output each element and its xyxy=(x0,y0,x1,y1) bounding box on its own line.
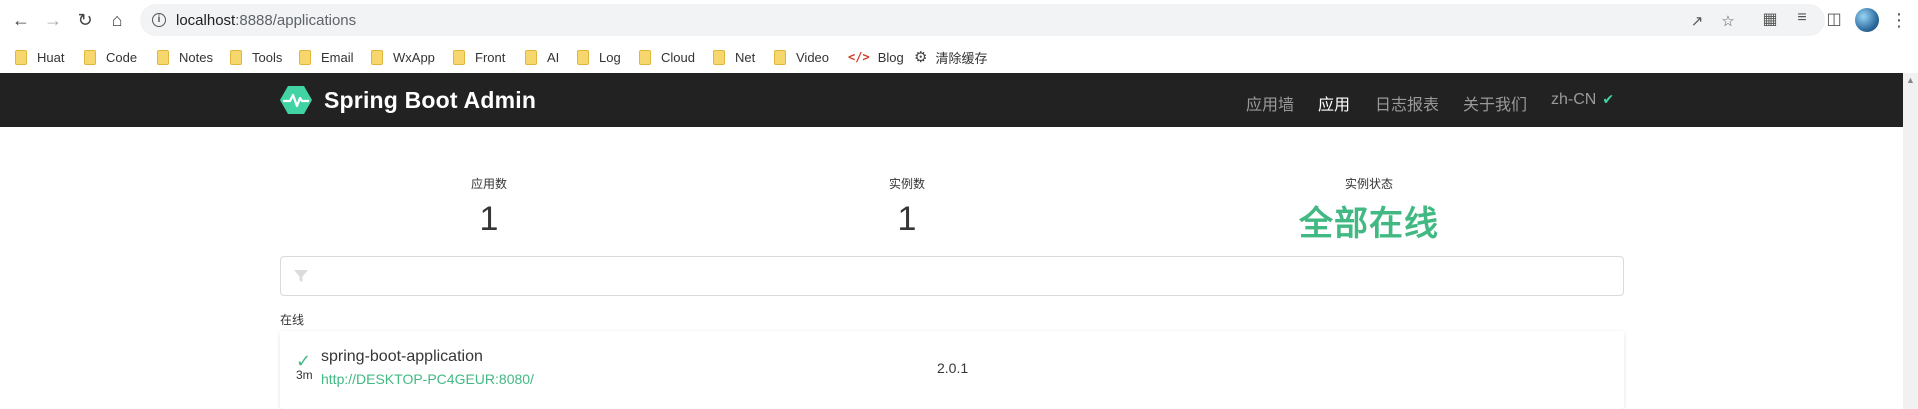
language-label: zh-CN xyxy=(1551,91,1597,108)
bookmark-ai[interactable]: AI xyxy=(525,47,559,67)
bookmark-label: WxApp xyxy=(393,49,435,65)
folder-icon xyxy=(230,49,242,65)
browser-menu-icon[interactable]: ⋮ xyxy=(1890,9,1908,31)
url-host: localhost xyxy=(176,12,236,29)
bookmark-label: Huat xyxy=(37,49,65,65)
bookmark-label: AI xyxy=(547,49,560,65)
folder-icon xyxy=(371,49,383,65)
bookmark-star-icon[interactable]: ☆ xyxy=(1718,12,1738,30)
bookmark-label: 清除缓存 xyxy=(935,50,988,66)
bookmark-label: Log xyxy=(599,49,621,65)
stat-label: 实例数 xyxy=(888,177,925,191)
heartbeat-logo-icon xyxy=(280,86,312,114)
site-info-icon[interactable]: i xyxy=(152,13,166,27)
reload-icon[interactable]: ↻ xyxy=(73,8,97,32)
filter-input[interactable] xyxy=(321,257,1611,295)
folder-icon xyxy=(525,49,537,65)
home-icon[interactable]: ⌂ xyxy=(105,8,129,32)
bookmark-blog[interactable]: </> Blog xyxy=(848,47,904,67)
url-path: :8888/applications xyxy=(235,12,357,29)
back-arrow-icon[interactable]: ← xyxy=(9,8,33,32)
nav-link-about[interactable]: 关于我们 xyxy=(1463,91,1527,115)
folder-icon xyxy=(15,49,27,65)
bookmark-label: Net xyxy=(735,49,756,65)
page-scrollbar[interactable]: ▲ xyxy=(1903,73,1918,409)
forward-arrow-icon[interactable]: → xyxy=(41,8,65,32)
stat-instance-status: 实例状态 全部在线 xyxy=(1289,175,1449,245)
nav-link-wallboard[interactable]: 应用墙 xyxy=(1246,91,1294,115)
stat-instances: 实例数 1 xyxy=(867,175,947,239)
folder-icon xyxy=(639,49,651,65)
scroll-up-arrow-icon[interactable]: ▲ xyxy=(1906,75,1915,85)
bookmark-wxapp[interactable]: WxApp xyxy=(371,47,435,67)
chevron-down-icon: ✔ xyxy=(1602,91,1615,107)
language-selector[interactable]: zh-CN ✔ xyxy=(1551,91,1614,109)
address-bar[interactable]: i localhost:8888/applications ↗ ☆ xyxy=(140,4,1825,36)
folder-icon xyxy=(774,49,786,65)
filter-funnel-icon xyxy=(294,270,308,282)
nav-link-applications[interactable]: 应用 xyxy=(1318,91,1350,115)
bookmark-label: Blog xyxy=(877,49,904,65)
application-url-link[interactable]: http://DESKTOP-PC4GEUR:8080/ xyxy=(321,371,534,387)
folder-icon xyxy=(713,49,725,65)
folder-icon xyxy=(299,49,311,65)
gear-icon: ⚙ xyxy=(914,49,928,66)
bookmark-label: Code xyxy=(106,49,138,65)
stat-applications: 应用数 1 xyxy=(449,175,529,239)
reading-list-icon[interactable]: ≡ xyxy=(1791,9,1813,31)
bookmark-log[interactable]: Log xyxy=(577,47,621,67)
brand[interactable]: Spring Boot Admin xyxy=(280,86,536,114)
stat-value: 1 xyxy=(479,200,499,238)
folder-icon xyxy=(577,49,589,65)
profile-avatar[interactable] xyxy=(1855,8,1879,32)
folder-icon xyxy=(157,49,169,65)
application-version: 2.0.1 xyxy=(937,360,969,376)
application-card[interactable]: ✓ 3m spring-boot-application http://DESK… xyxy=(280,331,1624,409)
bookmark-label: Front xyxy=(475,49,506,65)
folder-icon xyxy=(453,49,465,65)
bookmark-net[interactable]: Net xyxy=(713,47,755,67)
filter-box xyxy=(280,256,1624,296)
group-label-online: 在线 xyxy=(280,313,305,327)
stat-label: 应用数 xyxy=(470,177,507,191)
folder-icon xyxy=(84,49,96,65)
side-panel-icon[interactable]: ◫ xyxy=(1823,9,1845,31)
application-name: spring-boot-application xyxy=(321,348,483,365)
bookmarks-bar: Huat Code Notes Tools Email WxApp Front … xyxy=(0,40,1918,72)
app-navbar: Spring Boot Admin 应用墙 应用 日志报表 关于我们 zh-CN… xyxy=(0,73,1903,127)
bookmark-video[interactable]: Video xyxy=(774,47,829,67)
nav-link-journal[interactable]: 日志报表 xyxy=(1375,91,1439,115)
address-url[interactable]: localhost:8888/applications xyxy=(176,12,356,29)
bookmark-label: Tools xyxy=(252,49,283,65)
bookmark-notes[interactable]: Notes xyxy=(157,47,213,67)
extensions-puzzle-icon[interactable]: ▦ xyxy=(1759,9,1781,31)
browser-toolbar: ← → ↻ ⌂ i localhost:8888/applications ↗ … xyxy=(0,0,1918,40)
bookmark-clear-cache[interactable]: ⚙ 清除缓存 xyxy=(914,47,987,67)
uptime-label: 3m xyxy=(296,368,313,382)
status-badge: 全部在线 xyxy=(1299,205,1439,243)
bookmark-code[interactable]: Code xyxy=(84,47,137,67)
code-icon: </> xyxy=(848,50,870,64)
bookmark-email[interactable]: Email xyxy=(299,47,354,67)
share-icon[interactable]: ↗ xyxy=(1687,12,1707,30)
bookmark-label: Email xyxy=(321,49,354,65)
bookmark-label: Cloud xyxy=(661,49,695,65)
bookmark-front[interactable]: Front xyxy=(453,47,505,67)
brand-name: Spring Boot Admin xyxy=(324,86,537,113)
bookmark-cloud[interactable]: Cloud xyxy=(639,47,695,67)
bookmark-huat[interactable]: Huat xyxy=(15,47,64,67)
stat-value: 1 xyxy=(897,200,917,238)
stat-label: 实例状态 xyxy=(1344,177,1393,191)
bookmark-label: Video xyxy=(796,49,830,65)
bookmark-label: Notes xyxy=(179,49,213,65)
bookmark-tools[interactable]: Tools xyxy=(230,47,282,67)
